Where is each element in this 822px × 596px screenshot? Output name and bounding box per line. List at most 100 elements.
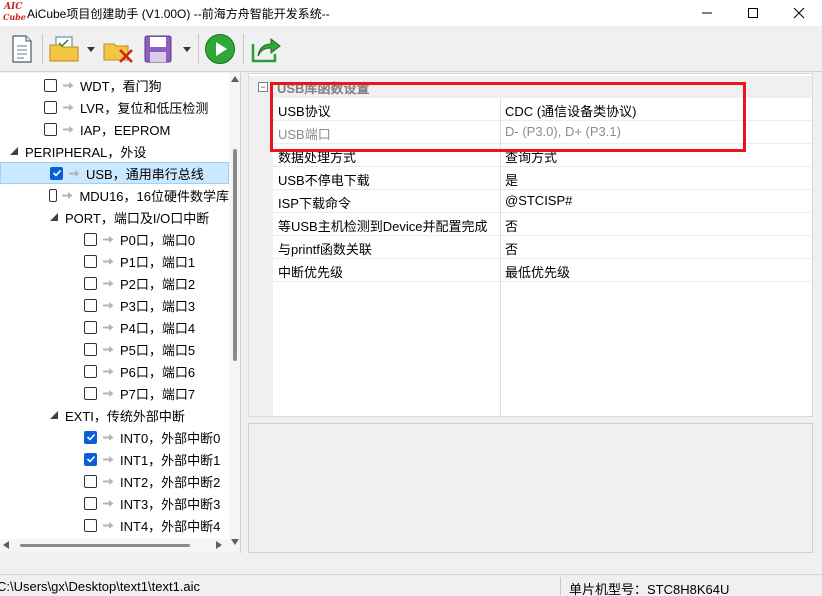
tree-item-checkbox[interactable] xyxy=(84,496,97,510)
scroll-left-icon[interactable] xyxy=(3,541,9,549)
property-value[interactable]: D- (P3.0), D+ (P3.1) xyxy=(505,124,621,139)
tree-item[interactable]: EXTI，传统外部中断 xyxy=(0,404,229,426)
property-row[interactable]: 数据处理方式 查询方式 xyxy=(273,144,812,167)
scroll-up-icon[interactable] xyxy=(231,76,239,82)
delete-file-icon xyxy=(103,43,133,63)
toolbar xyxy=(0,26,822,72)
collapse-toggle[interactable]: − xyxy=(258,82,268,92)
export-button[interactable] xyxy=(250,32,282,66)
property-value[interactable]: @STCISP# xyxy=(505,193,572,208)
save-dropdown-button[interactable] xyxy=(182,44,192,54)
minimize-button[interactable] xyxy=(684,0,730,26)
tree-item[interactable]: INT1，外部中断1 xyxy=(0,448,229,470)
property-value[interactable]: 是 xyxy=(505,170,518,189)
tree-item-checkbox[interactable] xyxy=(49,188,58,202)
tree-item-label: P0口，端口0 xyxy=(120,232,196,248)
tree-item[interactable]: P2口，端口2 xyxy=(0,272,229,294)
tree-vertical-scrollbar[interactable] xyxy=(229,73,240,553)
new-file-button[interactable] xyxy=(6,32,38,66)
chevron-down-icon xyxy=(183,46,191,52)
tree-item-checkbox[interactable] xyxy=(84,452,97,466)
tree-item[interactable]: INT0，外部中断0 xyxy=(0,426,229,448)
expand-arrow-icon[interactable] xyxy=(49,410,59,420)
run-icon xyxy=(205,34,235,64)
property-name: ISP下载命令 xyxy=(278,196,351,211)
property-row[interactable]: USB端口 D- (P3.0), D+ (P3.1) xyxy=(273,121,812,144)
tree-item[interactable]: P7口，端口7 xyxy=(0,382,229,404)
tree-item[interactable]: P5口，端口5 xyxy=(0,338,229,360)
maximize-button[interactable] xyxy=(730,0,776,26)
property-row[interactable]: ISP下载命令 @STCISP# xyxy=(273,190,812,213)
tree-item-checkbox[interactable] xyxy=(84,232,97,246)
property-value[interactable]: 最低优先级 xyxy=(505,262,570,281)
tree-item[interactable]: LVR，复位和低压检测 xyxy=(0,96,229,118)
save-button[interactable] xyxy=(142,32,174,66)
tree-horizontal-scrollbar[interactable] xyxy=(0,539,229,553)
tree-item[interactable]: P3口，端口3 xyxy=(0,294,229,316)
property-value[interactable]: 否 xyxy=(505,239,518,258)
tree-item-checkbox[interactable] xyxy=(84,320,97,334)
check-icon xyxy=(52,169,61,177)
property-value[interactable]: CDC (通信设备类协议) xyxy=(505,101,636,120)
tree-item-label: EXTI，传统外部中断 xyxy=(65,408,185,424)
arrow-right-icon xyxy=(62,123,74,135)
module-tree[interactable]: WDT，看门狗 LVR，复位和低压检测 IAP，EEPROM PERIPHERAL，外… xyxy=(0,73,241,553)
tree-item[interactable]: INT2，外部中断2 xyxy=(0,470,229,492)
tree-item-label: INT0，外部中断0 xyxy=(120,430,221,446)
tree-item-checkbox[interactable] xyxy=(84,254,97,268)
tree-scroll-thumb[interactable] xyxy=(233,149,237,361)
app-logo: AIC Cube xyxy=(3,2,26,23)
property-value[interactable]: 查询方式 xyxy=(505,147,557,166)
open-dropdown-button[interactable] xyxy=(86,44,96,54)
tree-item-checkbox[interactable] xyxy=(84,474,97,488)
tree-item-checkbox[interactable] xyxy=(84,518,97,532)
tree-item[interactable]: P6口，端口6 xyxy=(0,360,229,382)
tree-hscroll-thumb[interactable] xyxy=(20,544,190,547)
tree-item[interactable]: WDT，看门狗 xyxy=(0,74,229,96)
logo-text-bottom: Cube xyxy=(3,12,26,22)
tree-item-checkbox[interactable] xyxy=(84,430,97,444)
tree-item[interactable]: P4口，端口4 xyxy=(0,316,229,338)
save-icon xyxy=(144,35,172,63)
tree-item-checkbox[interactable] xyxy=(44,78,57,92)
tree-item-label: INT1，外部中断1 xyxy=(120,452,221,468)
property-name: 等USB主机检测到Device并配置完成 xyxy=(278,219,488,234)
expand-arrow-icon[interactable] xyxy=(49,212,59,222)
tree-item-checkbox[interactable] xyxy=(84,364,97,378)
tree-item[interactable]: PERIPHERAL，外设 xyxy=(0,140,229,162)
scroll-down-icon[interactable] xyxy=(231,539,239,545)
tree-item[interactable]: P1口，端口1 xyxy=(0,250,229,272)
close-button[interactable] xyxy=(776,0,822,26)
tree-item[interactable]: MDU16，16位硬件数学库 xyxy=(0,184,229,206)
property-row[interactable]: USB不停电下载 是 xyxy=(273,167,812,190)
tree-item-checkbox[interactable] xyxy=(84,298,97,312)
tree-item-checkbox[interactable] xyxy=(84,276,97,290)
property-value[interactable]: 否 xyxy=(505,216,518,235)
tree-item[interactable]: PORT，端口及I/O口中断 xyxy=(0,206,229,228)
tree-item[interactable]: IAP，EEPROM xyxy=(0,118,229,140)
delete-file-button[interactable] xyxy=(102,32,134,66)
maximize-icon xyxy=(748,8,758,18)
tree-item-checkbox[interactable] xyxy=(50,166,63,180)
run-button[interactable] xyxy=(204,32,236,66)
tree-item-label: INT2，外部中断2 xyxy=(120,474,221,490)
tree-item[interactable]: INT4，外部中断4 xyxy=(0,514,229,536)
property-category: − USB库函数设置 xyxy=(249,76,812,98)
property-row[interactable]: 等USB主机检测到Device并配置完成 否 xyxy=(273,213,812,236)
property-row[interactable]: USB协议 CDC (通信设备类协议) xyxy=(273,98,812,121)
expand-arrow-icon[interactable] xyxy=(9,146,19,156)
scroll-right-icon[interactable] xyxy=(216,541,222,549)
tree-item-checkbox[interactable] xyxy=(84,386,97,400)
open-folder-button[interactable] xyxy=(48,32,80,66)
tree-item-checkbox[interactable] xyxy=(84,342,97,356)
chevron-down-icon xyxy=(87,46,95,52)
tree-item[interactable]: INT3，外部中断3 xyxy=(0,492,229,514)
tree-item-checkbox[interactable] xyxy=(44,100,57,114)
tree-item[interactable]: USB，通用串行总线 xyxy=(0,162,229,184)
tree-item[interactable]: P0口，端口0 xyxy=(0,228,229,250)
tree-item-label: P5口，端口5 xyxy=(120,342,196,358)
tree-item-checkbox[interactable] xyxy=(44,122,57,136)
property-row[interactable]: 与printf函数关联 否 xyxy=(273,236,812,259)
column-divider[interactable] xyxy=(500,98,501,416)
property-row[interactable]: 中断优先级 最低优先级 xyxy=(273,259,812,282)
